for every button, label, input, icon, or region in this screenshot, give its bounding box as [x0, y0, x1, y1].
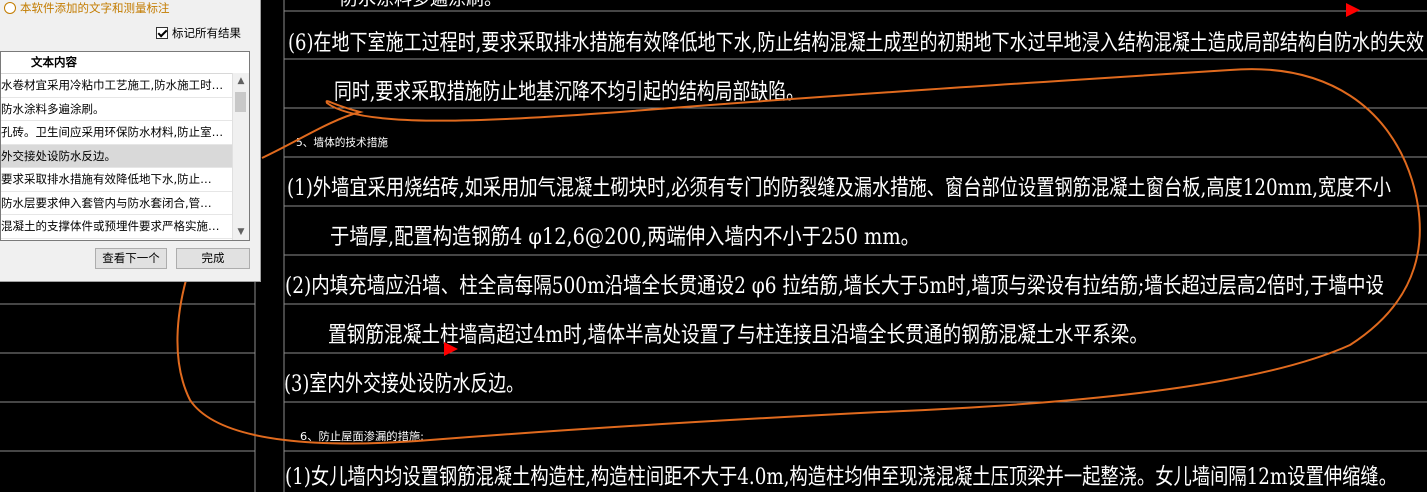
text-p2-line1: (2)内填充墙应沿墙、柱全高每隔500m沿墙全长贯通设2 φ6 拉结筋,墙长大于… [285, 274, 1384, 299]
text-p2-line2: 置钢筋混凝土柱墙高超过4m时,墙体半高处设置了与柱连接且沿墙全长贯通的钢筋混凝土… [328, 323, 1148, 348]
list-item-selected[interactable]: 外交接处设防水反边。 [1, 144, 233, 168]
text-p61-line1: (1)女儿墙内均设置钢筋混凝土构造柱,构造柱间距不大于4.0m,构造柱均伸至现浇… [285, 465, 1397, 490]
list-item[interactable]: 水卷材宜采用冷粘巾工艺施工,防水施工时… [1, 74, 233, 98]
scroll-up-icon[interactable]: ▲ [233, 73, 249, 89]
checkbox-label: 标记所有结果 [172, 26, 241, 40]
heading-5-wall-measures: 5、墙体的技术措施 [296, 135, 388, 149]
list-header-text-content: 文本内容 [1, 52, 249, 74]
checkbox-checked-icon[interactable] [156, 27, 168, 39]
text-p6-line1: (6)在地下室施工过程时,要求采取排水措施有效降低地下水,防止结构混凝土成型的初… [288, 31, 1424, 56]
text-p6-line2: 同时,要求采取措施防止地基沉降不均引起的结构局部缺陷。 [334, 80, 804, 105]
text-line-top-partial: 防水涂料多遍涂刷。 [340, 0, 502, 10]
results-list[interactable]: 文本内容 水卷材宜采用冷粘巾工艺施工,防水施工时… 防水涂料多遍涂刷。 孔砖。卫… [0, 51, 250, 241]
list-item[interactable]: 要求采取排水措施有效降低地下水,防止… [1, 168, 233, 192]
flag-marker-icon [1346, 3, 1360, 17]
next-result-button[interactable]: 查看下一个 [95, 248, 167, 269]
list-item[interactable]: 防水层要求伸入套管内与防水套闭合,管… [1, 192, 233, 215]
checkbox-mark-all-results[interactable]: 标记所有结果 [156, 25, 241, 41]
list-item[interactable]: 孔砖。卫生间应采用环保防水材料,防止室… [1, 121, 233, 145]
radio-software-annotations[interactable]: 本软件添加的文字和测量标注 [0, 0, 170, 16]
scroll-down-icon[interactable]: ▼ [233, 224, 249, 240]
list-scrollbar[interactable]: ▲ ▼ [232, 73, 249, 240]
scroll-thumb[interactable] [235, 92, 246, 112]
text-p3-line1: (3)室内外交接处设防水反边。 [284, 372, 524, 397]
text-p1-line2: 于墙厚,配置构造钢筋4 φ12,6@200,两端伸入墙内不小于250 mm。 [330, 225, 920, 250]
list-item[interactable]: 混凝土的支撑体件或预埋件要求严格实施… [1, 215, 233, 239]
radio-label: 本软件添加的文字和测量标注 [20, 1, 170, 15]
radio-circle-icon[interactable] [4, 2, 16, 14]
list-item[interactable]: 防水涂料多遍涂刷。 [1, 98, 233, 121]
text-p1-line1: (1)外墙宜采用烧结砖,如采用加气混凝土砌块时,必须有专门的防裂缝及漏水措施、窗… [287, 176, 1391, 201]
find-text-dialog[interactable]: 本软件添加的文字和测量标注 标记所有结果 文本内容 水卷材宜采用冷粘巾工艺施工,… [0, 0, 261, 282]
done-button[interactable]: 完成 [176, 248, 250, 269]
